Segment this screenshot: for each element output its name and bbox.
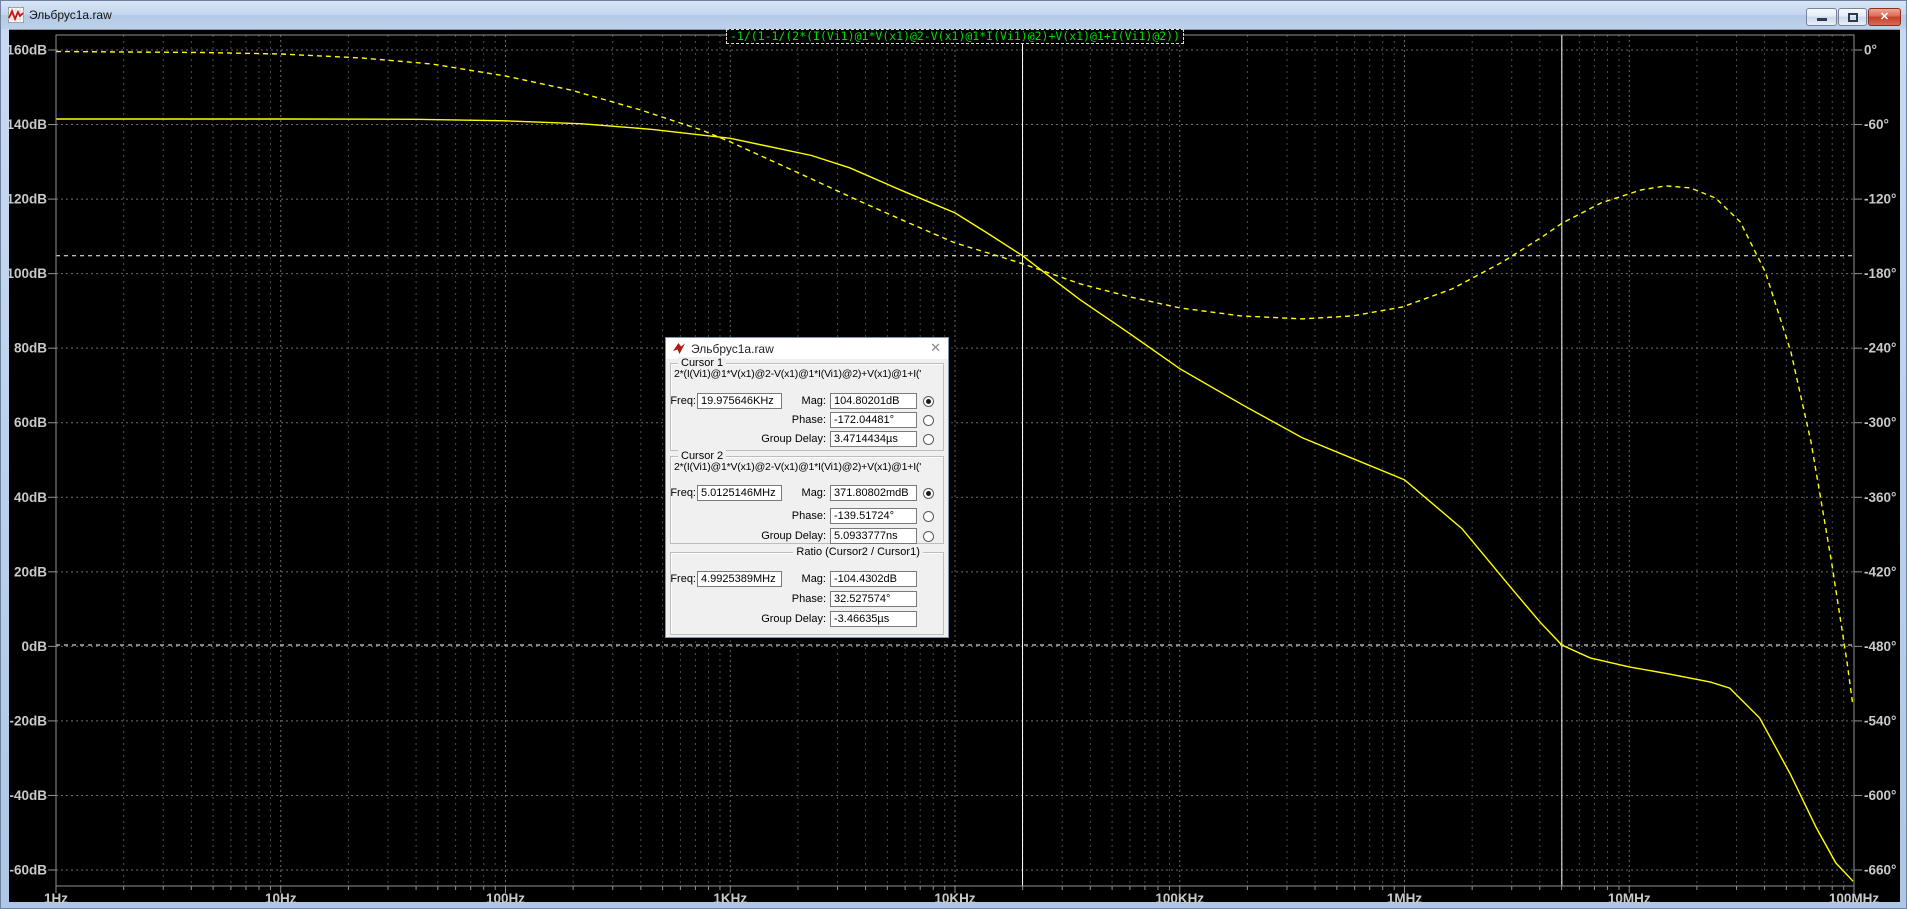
cursor-dialog-titlebar[interactable]: Эльбрус1a.raw ✕ bbox=[666, 338, 948, 359]
plot-pane[interactable]: 1Hz 10Hz 100Hz 1KHz 10KHz 100KHz 1MHz 10MHz 100M… bbox=[9, 29, 1900, 903]
phase-tick-label: -60° bbox=[1864, 117, 1889, 132]
cursor2-freq-field[interactable] bbox=[697, 485, 782, 501]
cursor2-mag-radio[interactable] bbox=[923, 488, 934, 499]
phase-tick-label: -180° bbox=[1864, 266, 1896, 281]
db-tick-label: -20dB bbox=[9, 713, 47, 728]
minimize-button[interactable] bbox=[1806, 8, 1837, 26]
phase-tick-label: -540° bbox=[1864, 713, 1896, 728]
phase-tick-label: -660° bbox=[1864, 863, 1896, 878]
maximize-button[interactable] bbox=[1838, 8, 1867, 26]
close-icon: ✕ bbox=[1879, 11, 1890, 23]
ltspice-logo-icon bbox=[673, 343, 685, 354]
db-tick-label: -40dB bbox=[9, 788, 47, 803]
db-tick-label: 140dB bbox=[9, 117, 47, 132]
cursor2-expression: 2*(I(Vi1)@1*V(x1)@2-V(x1)@1*I(Vi1)@2)+V(… bbox=[674, 461, 922, 473]
ratio-group-label: Ratio (Cursor2 / Cursor1) bbox=[793, 546, 923, 558]
phase-tick-label: -300° bbox=[1864, 415, 1896, 430]
freq-tick-label: 1MHz bbox=[1387, 891, 1423, 903]
phase-tick-label: -420° bbox=[1864, 564, 1896, 579]
db-tick-label: 80dB bbox=[14, 341, 47, 356]
ratio-phase-field[interactable] bbox=[830, 591, 917, 607]
cursor1-phase-field[interactable] bbox=[830, 412, 917, 428]
cursor2-phase-radio[interactable] bbox=[923, 511, 934, 522]
cursor-dialog-close-icon[interactable]: ✕ bbox=[930, 340, 941, 356]
db-tick-label: 0dB bbox=[21, 639, 47, 654]
freq-tick-label: 10MHz bbox=[1608, 891, 1651, 903]
close-button[interactable]: ✕ bbox=[1868, 8, 1901, 26]
phase-tick-label: -240° bbox=[1864, 341, 1896, 356]
cursor1-mag-field[interactable] bbox=[830, 393, 917, 409]
window-titlebar[interactable]: Эльбрус1a.raw ✕ bbox=[1, 1, 1906, 29]
bode-plot-chart[interactable]: 1Hz 10Hz 100Hz 1KHz 10KHz 100KHz 1MHz 10MHz 100M… bbox=[9, 30, 1900, 903]
cursor1-freq-field[interactable] bbox=[697, 393, 782, 409]
ratio-group-delay-field[interactable] bbox=[830, 611, 917, 627]
trace-expression-title[interactable]: -1/(1-1/(2*(I(Vi1)@1*V(x1)@2-V(x1)@1*I(V… bbox=[725, 29, 1185, 44]
cursor1-mag-radio[interactable] bbox=[923, 396, 934, 407]
db-tick-label: 60dB bbox=[14, 415, 47, 430]
db-tick-label: 120dB bbox=[9, 192, 47, 207]
cursor1-group-delay-label: Group Delay: bbox=[761, 433, 826, 445]
phase-tick-label: -360° bbox=[1864, 490, 1896, 505]
phase-curve bbox=[55, 50, 1854, 707]
phase-tick-label: -600° bbox=[1864, 788, 1896, 803]
cursor2-mag-field[interactable] bbox=[830, 485, 917, 501]
freq-tick-label: 10Hz bbox=[265, 891, 297, 903]
cursor2-freq-label: Freq: bbox=[670, 487, 696, 499]
ratio-mag-field[interactable] bbox=[830, 571, 917, 587]
phase-tick-label: -480° bbox=[1864, 639, 1896, 654]
cursor2-phase-label: Phase: bbox=[791, 510, 826, 522]
freq-tick-label: 10KHz bbox=[934, 891, 976, 903]
app-window: Эльбрус1a.raw ✕ 1Hz 10Hz 100Hz 1KHz 10KHz 100… bbox=[0, 0, 1907, 909]
cursor1-group-delay-field[interactable] bbox=[830, 431, 917, 447]
ratio-group-delay-label: Group Delay: bbox=[761, 613, 826, 625]
cursor2-group-delay-radio[interactable] bbox=[923, 531, 934, 542]
cursor1-phase-radio[interactable] bbox=[923, 415, 934, 426]
cursor2-phase-field[interactable] bbox=[830, 508, 917, 524]
cursor1-group-delay-radio[interactable] bbox=[923, 434, 934, 445]
cursor2-mag-label: Mag: bbox=[801, 487, 826, 499]
ratio-freq-field[interactable] bbox=[697, 571, 782, 587]
freq-tick-label: 100MHz bbox=[1829, 891, 1880, 903]
ratio-phase-label: Phase: bbox=[791, 593, 826, 605]
db-tick-label: 40dB bbox=[14, 490, 47, 505]
minimize-icon bbox=[1816, 18, 1827, 21]
ratio-mag-label: Mag: bbox=[801, 573, 826, 585]
db-tick-label: -60dB bbox=[9, 863, 47, 878]
grid-layer bbox=[56, 35, 1854, 886]
axis-labels: 1Hz 10Hz 100Hz 1KHz 10KHz 100KHz 1MHz 10MHz 100M… bbox=[9, 43, 1896, 904]
db-tick-label: 160dB bbox=[9, 43, 47, 58]
db-tick-label: 20dB bbox=[14, 564, 47, 579]
waveform-icon bbox=[8, 7, 24, 23]
freq-tick-label: 100KHz bbox=[1155, 891, 1204, 903]
db-tick-label: 100dB bbox=[9, 266, 47, 281]
cursor1-phase-label: Phase: bbox=[791, 414, 826, 426]
cursor-dialog[interactable]: Эльбрус1a.raw ✕ Cursor 1 2*(I(Vi1)@1*V(x… bbox=[665, 337, 949, 638]
phase-tick-label: -120° bbox=[1864, 192, 1896, 207]
freq-tick-label: 1Hz bbox=[44, 891, 68, 903]
maximize-icon bbox=[1847, 13, 1858, 22]
ratio-freq-label: Freq: bbox=[670, 573, 696, 585]
phase-tick-label: 0° bbox=[1864, 43, 1877, 58]
cursor-dialog-title: Эльбрус1a.raw bbox=[691, 342, 774, 356]
cursor2-group-delay-label: Group Delay: bbox=[761, 530, 826, 542]
cursor1-freq-label: Freq: bbox=[670, 395, 696, 407]
cursor2-group-delay-field[interactable] bbox=[830, 528, 917, 544]
cursor1-expression: 2*(I(Vi1)@1*V(x1)@2-V(x1)@1*I(Vi1)@2)+V(… bbox=[674, 368, 922, 380]
freq-tick-label: 100Hz bbox=[486, 891, 525, 903]
window-title: Эльбрус1a.raw bbox=[29, 8, 112, 22]
axes-layer bbox=[48, 34, 1862, 893]
cursor1-mag-label: Mag: bbox=[801, 395, 826, 407]
freq-tick-label: 1KHz bbox=[713, 891, 747, 903]
